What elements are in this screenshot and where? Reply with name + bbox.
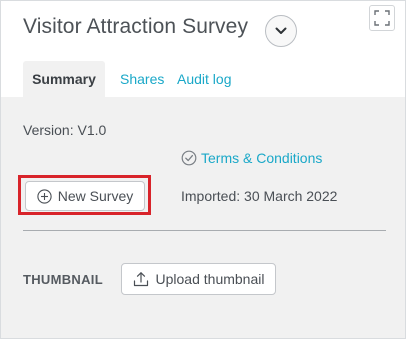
panel-header: Visitor Attraction Survey Summary Shares… [1, 1, 405, 97]
imported-date: Imported: 30 March 2022 [181, 188, 338, 204]
survey-title: Visitor Attraction Survey [23, 15, 249, 38]
tab-audit-log[interactable]: Audit log [177, 61, 231, 97]
terms-conditions-link[interactable]: Terms & Conditions [181, 150, 322, 166]
new-survey-button[interactable]: New Survey [25, 181, 145, 211]
chevron-down-icon [275, 27, 287, 34]
tab-shares[interactable]: Shares [120, 61, 164, 97]
new-survey-label: New Survey [57, 188, 134, 204]
expand-button[interactable] [369, 5, 395, 31]
summary-content: Version: V1.0 Terms & Conditions New Sur… [1, 97, 405, 338]
upload-icon [133, 271, 149, 287]
plus-circle-icon [37, 188, 52, 204]
expand-icon [374, 10, 390, 26]
divider [23, 230, 386, 231]
survey-options-dropdown-button[interactable] [265, 15, 297, 47]
tab-summary[interactable]: Summary [23, 61, 105, 97]
terms-conditions-label: Terms & Conditions [201, 150, 323, 166]
thumbnail-label: THUMBNAIL [23, 272, 103, 287]
upload-thumbnail-button[interactable]: Upload thumbnail [121, 263, 276, 295]
check-circle-icon [181, 150, 197, 166]
upload-thumbnail-label: Upload thumbnail [155, 271, 265, 287]
survey-panel: Visitor Attraction Survey Summary Shares… [0, 0, 406, 339]
version-text: Version: V1.0 [23, 122, 107, 138]
